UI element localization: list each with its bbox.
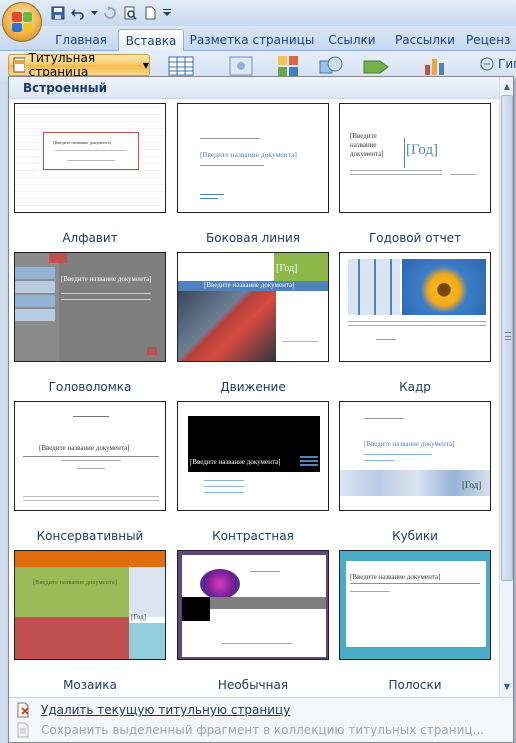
thumb-title-stripes: [Введите название документа]: [350, 573, 441, 581]
save-to-gallery-icon: [17, 722, 29, 738]
caption-annual: Годовой отчет: [368, 231, 462, 245]
thumb-title-sideline: [Введите название документа]: [200, 150, 297, 159]
thumbnail-conservative: [Введите название документа]: [14, 401, 166, 511]
gallery-item-stripes[interactable]: [Введите название документа] Полоски: [339, 550, 491, 692]
hyperlink-icon: [480, 57, 494, 71]
quick-access-toolbar: [50, 4, 172, 22]
gallery-section-header: Встроенный: [9, 77, 499, 99]
thumb-title-motion: [Введите название документа]: [204, 281, 295, 289]
redo-icon[interactable]: [102, 5, 118, 21]
title-bar: [0, 0, 516, 42]
gallery-item-contrast[interactable]: [Введите название документа] Контрастная: [177, 401, 329, 543]
thumbnail-frame: [339, 252, 491, 362]
gallery-scrollbar[interactable]: ▲ ▼: [499, 77, 513, 697]
customize-qat-icon[interactable]: [162, 5, 172, 21]
tab-review[interactable]: Реценз: [466, 29, 516, 51]
caption-frame: Кадр: [399, 380, 431, 394]
ribbon-tabs: Главная Вставка Разметка страницы Ссылки…: [0, 26, 516, 52]
scroll-up-icon[interactable]: ▲: [501, 79, 513, 93]
hyperlink-label: Гип: [498, 57, 516, 71]
thumbnail-motion: [Год] [Введите название документа]: [177, 252, 329, 362]
caption-contrast: Контрастная: [212, 529, 294, 543]
new-document-icon[interactable]: [142, 5, 158, 21]
cover-page-icon: [13, 57, 25, 73]
caption-mosaic: Мозаика: [63, 678, 117, 692]
thumbnail-sideline: [Введите название документа]: [177, 103, 329, 213]
thumb-title-annual: [Введите название документа]: [350, 132, 384, 158]
gallery-item-motion[interactable]: [Год] [Введите название документа] Движе…: [177, 252, 329, 394]
tab-page-layout[interactable]: Разметка страницы: [188, 29, 316, 51]
gallery-item-unusual[interactable]: Необычная: [177, 550, 329, 692]
gallery-footer: Удалить текущую титульную страницу Сохра…: [9, 697, 513, 742]
thumb-title-puzzle: [Введите название документа]: [61, 275, 152, 283]
gallery-item-cubes[interactable]: [Введите название документа] [Год] Кубик…: [339, 401, 491, 543]
thumb-year-mosaic: [Год]: [131, 613, 146, 621]
office-button[interactable]: [2, 2, 42, 42]
thumbnail-alphabet: [Введите название документа]: [14, 103, 166, 213]
undo-icon[interactable]: [70, 5, 86, 21]
undo-dropdown-icon[interactable]: [90, 5, 98, 21]
thumbnail-contrast: [Введите название документа]: [177, 401, 329, 511]
gallery-item-annual[interactable]: [Введите название документа] [Год] Годов…: [339, 103, 491, 245]
gallery-item-mosaic[interactable]: [Введите название документа] [Год] Мозаи…: [14, 550, 166, 692]
hyperlink-button[interactable]: Гип: [480, 57, 516, 71]
thumbnail-unusual: [177, 550, 329, 660]
cover-page-button[interactable]: Титульная страница ▼: [8, 51, 150, 79]
thumb-title-contrast: [Введите название документа]: [190, 458, 281, 466]
tab-home[interactable]: Главная: [48, 29, 114, 51]
tab-references[interactable]: Ссылки: [320, 29, 384, 51]
remove-cover-page-label: Удалить текущую титульную страницу: [41, 703, 291, 717]
gallery-item-conservative[interactable]: [Введите название документа] Консерватив…: [14, 401, 166, 543]
save-icon[interactable]: [50, 5, 66, 21]
print-preview-icon[interactable]: [122, 5, 138, 21]
scroll-down-icon[interactable]: ▼: [501, 679, 513, 693]
thumbnail-puzzle: [Введите название документа]: [14, 252, 166, 362]
thumb-title-cubes: [Введите название документа]: [364, 440, 455, 448]
caption-stripes: Полоски: [388, 678, 442, 692]
caption-unusual: Необычная: [217, 678, 289, 692]
caption-cubes: Кубики: [392, 529, 438, 543]
thumb-year-cubes: [Год]: [462, 480, 482, 490]
scrollbar-thumb[interactable]: [501, 95, 513, 581]
thumbnail-cubes: [Введите название документа] [Год]: [339, 401, 491, 511]
caption-alphabet: Алфавит: [62, 231, 118, 245]
thumbnail-mosaic: [Введите название документа] [Год]: [14, 550, 166, 660]
gallery-item-puzzle[interactable]: [Введите название документа] Головоломка: [14, 252, 166, 394]
tab-insert[interactable]: Вставка: [118, 29, 184, 52]
gallery-item-alphabet[interactable]: [Введите название документа] Алфавит: [14, 103, 166, 245]
caption-conservative: Консервативный: [36, 529, 144, 543]
office-logo-icon: [12, 12, 32, 32]
thumbnail-stripes: [Введите название документа]: [339, 550, 491, 660]
cover-page-gallery-panel: Встроенный [Введите название документа] …: [8, 76, 514, 743]
remove-page-icon: [17, 702, 29, 718]
thumb-title-conservative: [Введите название документа]: [39, 444, 130, 452]
thumb-title-mosaic: [Введите название документа]: [33, 579, 117, 586]
caption-puzzle: Головоломка: [48, 380, 132, 394]
thumb-year-motion: [Год]: [276, 263, 298, 274]
gallery-grid: [Введите название документа] Алфавит [Вв…: [9, 99, 499, 697]
tab-mailings[interactable]: Рассылки: [390, 29, 460, 51]
save-selection-label: Сохранить выделенный фрагмент в коллекци…: [41, 723, 484, 737]
thumb-title-alphabet: [Введите название документа]: [53, 140, 112, 145]
gallery-item-sideline[interactable]: [Введите название документа] Боковая лин…: [177, 103, 329, 245]
caption-sideline: Боковая линия: [206, 231, 300, 245]
caption-motion: Движение: [220, 380, 286, 394]
save-selection-item: Сохранить выделенный фрагмент в коллекци…: [15, 720, 484, 740]
gallery-item-frame[interactable]: Кадр: [339, 252, 491, 394]
remove-cover-page-item[interactable]: Удалить текущую титульную страницу: [15, 700, 290, 720]
document-margin: [0, 81, 8, 743]
thumb-year-annual: [Год]: [406, 142, 439, 158]
scrollbar-grip-icon: [505, 332, 511, 340]
cover-page-label: Титульная страница: [28, 51, 96, 79]
thumbnail-annual: [Введите название документа] [Год]: [339, 103, 491, 213]
chevron-down-icon: ▼: [142, 60, 149, 70]
